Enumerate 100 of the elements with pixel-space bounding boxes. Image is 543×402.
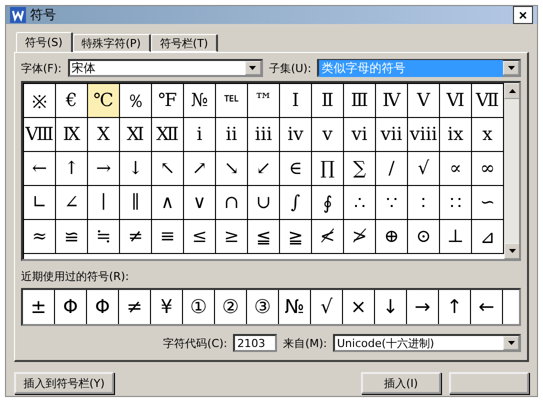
recent-symbol-cell[interactable]: ↑	[439, 290, 471, 324]
insert-to-bar-button[interactable]: 插入到符号栏(Y)	[14, 372, 114, 394]
symbol-cell[interactable]: Ⅹ	[88, 118, 120, 152]
symbol-cell[interactable]: ∨	[184, 186, 216, 220]
close-button[interactable]: ×	[513, 6, 533, 24]
symbol-cell[interactable]: Ⅱ	[312, 84, 344, 118]
insert-button[interactable]: 插入(I)	[361, 372, 441, 394]
symbol-cell[interactable]: ≌	[56, 220, 88, 254]
symbol-cell[interactable]: ⅴ	[312, 118, 344, 152]
symbol-cell[interactable]: ∴	[344, 186, 376, 220]
symbol-cell[interactable]: ↓	[120, 152, 152, 186]
symbol-cell[interactable]: ↗	[184, 152, 216, 186]
recent-symbol-cell[interactable]: ↓	[375, 290, 407, 324]
symbol-cell[interactable]: ⅷ	[408, 118, 440, 152]
symbol-cell[interactable]: ∈	[280, 152, 312, 186]
recent-symbol-cell[interactable]: →	[407, 290, 439, 324]
symbol-cell[interactable]: ℃	[88, 84, 120, 118]
symbol-cell[interactable]: ∑	[344, 152, 376, 186]
symbol-cell[interactable]: ≧	[280, 220, 312, 254]
symbol-cell[interactable]: Ⅰ	[280, 84, 312, 118]
recent-symbol-cell[interactable]: ×	[343, 290, 375, 324]
symbol-cell[interactable]: ∧	[152, 186, 184, 220]
symbol-cell[interactable]: ≦	[248, 220, 280, 254]
symbol-cell[interactable]: ⅹ	[472, 118, 504, 152]
symbol-cell[interactable]: ←	[24, 152, 56, 186]
symbol-cell[interactable]: Ⅳ	[376, 84, 408, 118]
symbol-cell[interactable]: √	[408, 152, 440, 186]
from-dropdown[interactable]: Unicode(十六进制)	[333, 334, 521, 352]
recent-symbol-cell[interactable]: Φ	[55, 290, 87, 324]
symbol-cell[interactable]: ⅲ	[248, 118, 280, 152]
recent-symbol-cell[interactable]: √	[311, 290, 343, 324]
recent-symbol-cell[interactable]: №	[279, 290, 311, 324]
symbol-cell[interactable]: ⊥	[440, 220, 472, 254]
symbol-cell[interactable]: ∕	[376, 152, 408, 186]
symbol-cell[interactable]: Ⅴ	[408, 84, 440, 118]
recent-symbol-cell[interactable]: Φ	[87, 290, 119, 324]
symbol-cell[interactable]: ⅸ	[440, 118, 472, 152]
tab[interactable]: 特殊字符(P)	[72, 34, 151, 52]
symbol-cell[interactable]: ⅶ	[376, 118, 408, 152]
symbol-cell[interactable]: ≮	[312, 220, 344, 254]
symbol-cell[interactable]: ⅰ	[184, 118, 216, 152]
symbol-cell[interactable]: ⊿	[472, 220, 504, 254]
symbol-cell[interactable]: ∝	[440, 152, 472, 186]
symbol-cell[interactable]: ∠	[56, 186, 88, 220]
symbol-cell[interactable]: ↑	[56, 152, 88, 186]
char-code-field[interactable]: 2103	[233, 334, 278, 352]
recent-symbol-cell[interactable]: ←	[471, 290, 503, 324]
symbol-cell[interactable]: Ⅻ	[152, 118, 184, 152]
symbol-cell[interactable]: Ⅲ	[344, 84, 376, 118]
tab[interactable]: 符号(S)	[16, 32, 73, 52]
symbol-cell[interactable]: Ⅶ	[472, 84, 504, 118]
symbol-cell[interactable]: Ⅷ	[24, 118, 56, 152]
symbol-cell[interactable]: →	[88, 152, 120, 186]
symbol-cell[interactable]: ≈	[24, 220, 56, 254]
recent-symbol-cell[interactable]: ①	[183, 290, 215, 324]
symbol-cell[interactable]: ≯	[344, 220, 376, 254]
symbol-cell[interactable]: ∥	[120, 186, 152, 220]
symbol-cell[interactable]: ∫	[280, 186, 312, 220]
recent-symbol-cell[interactable]: ②	[215, 290, 247, 324]
symbol-cell[interactable]: Ⅵ	[440, 84, 472, 118]
symbol-cell[interactable]: ↙	[248, 152, 280, 186]
symbol-cell[interactable]: ≥	[216, 220, 248, 254]
symbol-cell[interactable]: ∽	[472, 186, 504, 220]
symbol-cell[interactable]: ↘	[216, 152, 248, 186]
symbol-cell[interactable]: ⊙	[408, 220, 440, 254]
tab[interactable]: 符号栏(T)	[150, 34, 218, 52]
recent-symbol-cell[interactable]: ±	[23, 290, 55, 324]
recent-symbol-cell[interactable]: ¥	[151, 290, 183, 324]
symbol-cell[interactable]: Ⅸ	[56, 118, 88, 152]
symbol-cell[interactable]: ∣	[88, 186, 120, 220]
symbol-cell[interactable]: ↖	[152, 152, 184, 186]
symbol-cell[interactable]: №	[184, 84, 216, 118]
symbol-cell[interactable]: ∏	[312, 152, 344, 186]
symbol-cell[interactable]: ∪	[248, 186, 280, 220]
symbol-cell[interactable]: ※	[24, 84, 56, 118]
symbol-cell[interactable]: ⅳ	[280, 118, 312, 152]
symbol-cell[interactable]: ∮	[312, 186, 344, 220]
symbol-cell[interactable]: ∩	[216, 186, 248, 220]
symbol-cell[interactable]: ≤	[184, 220, 216, 254]
symbol-cell[interactable]: ∷	[440, 186, 472, 220]
symbol-cell[interactable]: ℉	[152, 84, 184, 118]
symbol-cell[interactable]: ℡	[216, 84, 248, 118]
scrollbar[interactable]	[504, 83, 519, 259]
symbol-cell[interactable]: ∶	[408, 186, 440, 220]
symbol-cell[interactable]: ≡	[152, 220, 184, 254]
symbol-cell[interactable]: ⅱ	[216, 118, 248, 152]
symbol-cell[interactable]: ％	[120, 84, 152, 118]
symbol-cell[interactable]: ∟	[24, 186, 56, 220]
dialog-button[interactable]	[449, 372, 529, 394]
recent-symbol-cell[interactable]: ≠	[119, 290, 151, 324]
symbol-cell[interactable]: ≒	[88, 220, 120, 254]
recent-symbol-cell[interactable]: ③	[247, 290, 279, 324]
symbol-cell[interactable]: ≠	[120, 220, 152, 254]
symbol-cell[interactable]: Ⅺ	[120, 118, 152, 152]
font-dropdown[interactable]: 宋体	[68, 59, 263, 77]
symbol-cell[interactable]: ™	[248, 84, 280, 118]
symbol-cell[interactable]: ∵	[376, 186, 408, 220]
symbol-cell[interactable]: ∞	[472, 152, 504, 186]
symbol-cell[interactable]: ⊕	[376, 220, 408, 254]
symbol-cell[interactable]: ⅵ	[344, 118, 376, 152]
